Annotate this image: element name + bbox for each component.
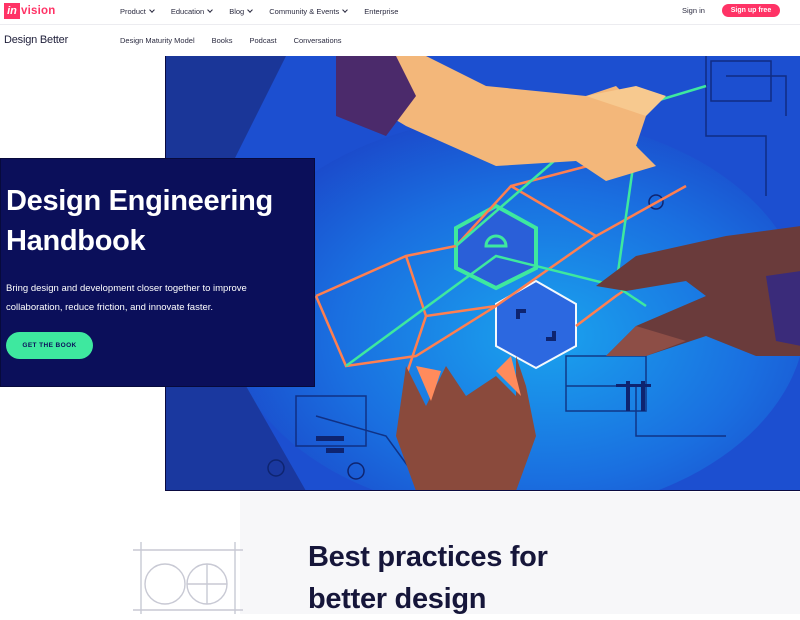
nav-item-label: Product bbox=[120, 6, 146, 16]
main-menu: Product Education Blog Community & Event… bbox=[120, 0, 415, 22]
nav-item-label: Blog bbox=[229, 6, 245, 16]
sub-menu: Design Maturity Model Books Podcast Conv… bbox=[120, 36, 359, 45]
nav-item-label: Enterprise bbox=[364, 6, 399, 16]
nav-item-education[interactable]: Education bbox=[170, 6, 214, 16]
logo-mark: in bbox=[4, 3, 20, 19]
nav-item-label: Education bbox=[170, 6, 205, 16]
nav-item-enterprise[interactable]: Enterprise bbox=[364, 7, 398, 16]
nav-item-community-events[interactable]: Community & Events bbox=[269, 6, 349, 16]
nav-item-blog[interactable]: Blog bbox=[229, 6, 254, 16]
chevron-down-icon bbox=[207, 6, 214, 13]
chevron-down-icon bbox=[149, 6, 155, 13]
sub-navigation: Design Better Design Maturity Model Book… bbox=[0, 26, 800, 54]
sign-in-link[interactable]: Sign in bbox=[682, 6, 705, 15]
best-practices-title: Best practices for better design bbox=[308, 541, 548, 615]
get-the-book-button[interactable]: GET THE BOOK bbox=[6, 332, 93, 359]
hero-card: Design Engineering Handbook Bring design… bbox=[0, 158, 315, 387]
sub-item-podcast[interactable]: Podcast bbox=[249, 36, 276, 45]
top-navigation: in vision Product Education Blog Communi… bbox=[0, 0, 800, 25]
hero-subtitle: Bring design and development closer toge… bbox=[6, 283, 247, 313]
logo-wordmark: vision bbox=[21, 5, 56, 17]
nav-item-product[interactable]: Product bbox=[120, 6, 155, 16]
sub-item-design-maturity-model[interactable]: Design Maturity Model bbox=[120, 36, 195, 45]
sub-item-books[interactable]: Books bbox=[212, 36, 233, 45]
sub-item-conversations[interactable]: Conversations bbox=[294, 36, 342, 45]
sign-up-button[interactable]: Sign up free bbox=[722, 4, 780, 17]
chevron-down-icon bbox=[247, 6, 254, 13]
design-better-brand[interactable]: Design Better bbox=[4, 34, 68, 46]
hero-title: Design Engineering Handbook bbox=[6, 185, 273, 257]
nav-item-label: Community & Events bbox=[269, 6, 340, 16]
chevron-down-icon bbox=[342, 6, 349, 13]
invision-logo[interactable]: in vision bbox=[4, 2, 55, 20]
sketch-grid-illustration bbox=[133, 542, 243, 614]
